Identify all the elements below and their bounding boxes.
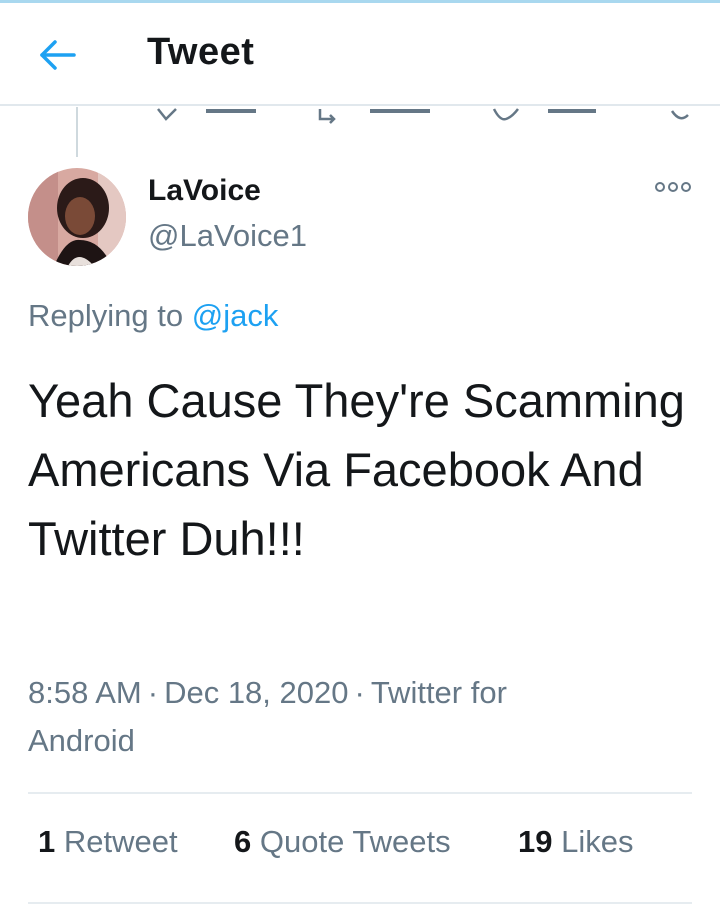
likes-count: 19 [518, 824, 553, 859]
thread-connector-line [76, 107, 78, 157]
likes-stat[interactable]: 19 Likes [518, 824, 633, 860]
back-button[interactable] [36, 35, 82, 75]
tweet-metadata: 8:58 AM · Dec 18, 2020 · Twitter for Android [28, 669, 648, 765]
like-icon [492, 108, 519, 121]
tweet-text: Yeah Cause They're Scamming Americans Vi… [28, 374, 685, 565]
quote-tweets-count: 6 [234, 824, 252, 859]
meta-separator: · [354, 675, 365, 710]
header-divider [0, 104, 720, 106]
tweet-time[interactable]: 8:58 AM [28, 675, 142, 710]
header-bar: Tweet [0, 3, 720, 103]
page-title: Tweet [147, 31, 255, 73]
tweet-date[interactable]: Dec 18, 2020 [164, 675, 348, 710]
tweet-source-line2[interactable]: Android [28, 723, 135, 758]
stats-bottom-divider [28, 902, 692, 904]
quote-tweets-stat[interactable]: 6 Quote Tweets [234, 824, 451, 860]
share-icon [670, 110, 689, 120]
stats-top-divider [28, 792, 692, 794]
reply-icon [157, 108, 177, 121]
retweets-label: Retweet [63, 824, 178, 859]
quote-tweets-label: Quote Tweets [259, 824, 451, 859]
arrow-left-icon [40, 40, 76, 70]
display-name[interactable]: LaVoice [148, 174, 261, 208]
retweet-icon [318, 109, 336, 124]
user-handle[interactable]: @LaVoice1 [148, 218, 307, 254]
more-options-icon [655, 182, 691, 192]
likes-label: Likes [561, 824, 634, 859]
replying-to: Replying to @jack [28, 298, 278, 334]
more-options-button[interactable] [652, 176, 694, 198]
avatar-image [28, 168, 126, 266]
avatar[interactable] [28, 168, 126, 266]
retweets-count: 1 [38, 824, 56, 859]
retweets-stat[interactable]: 1 Retweet [38, 824, 178, 860]
meta-separator: · [147, 675, 159, 710]
tweet-source-line1[interactable]: Twitter for [371, 675, 507, 710]
replying-to-link[interactable]: @jack [192, 298, 279, 333]
parent-tweet-actions-peek [0, 107, 720, 125]
replying-to-label: Replying to [28, 298, 184, 333]
